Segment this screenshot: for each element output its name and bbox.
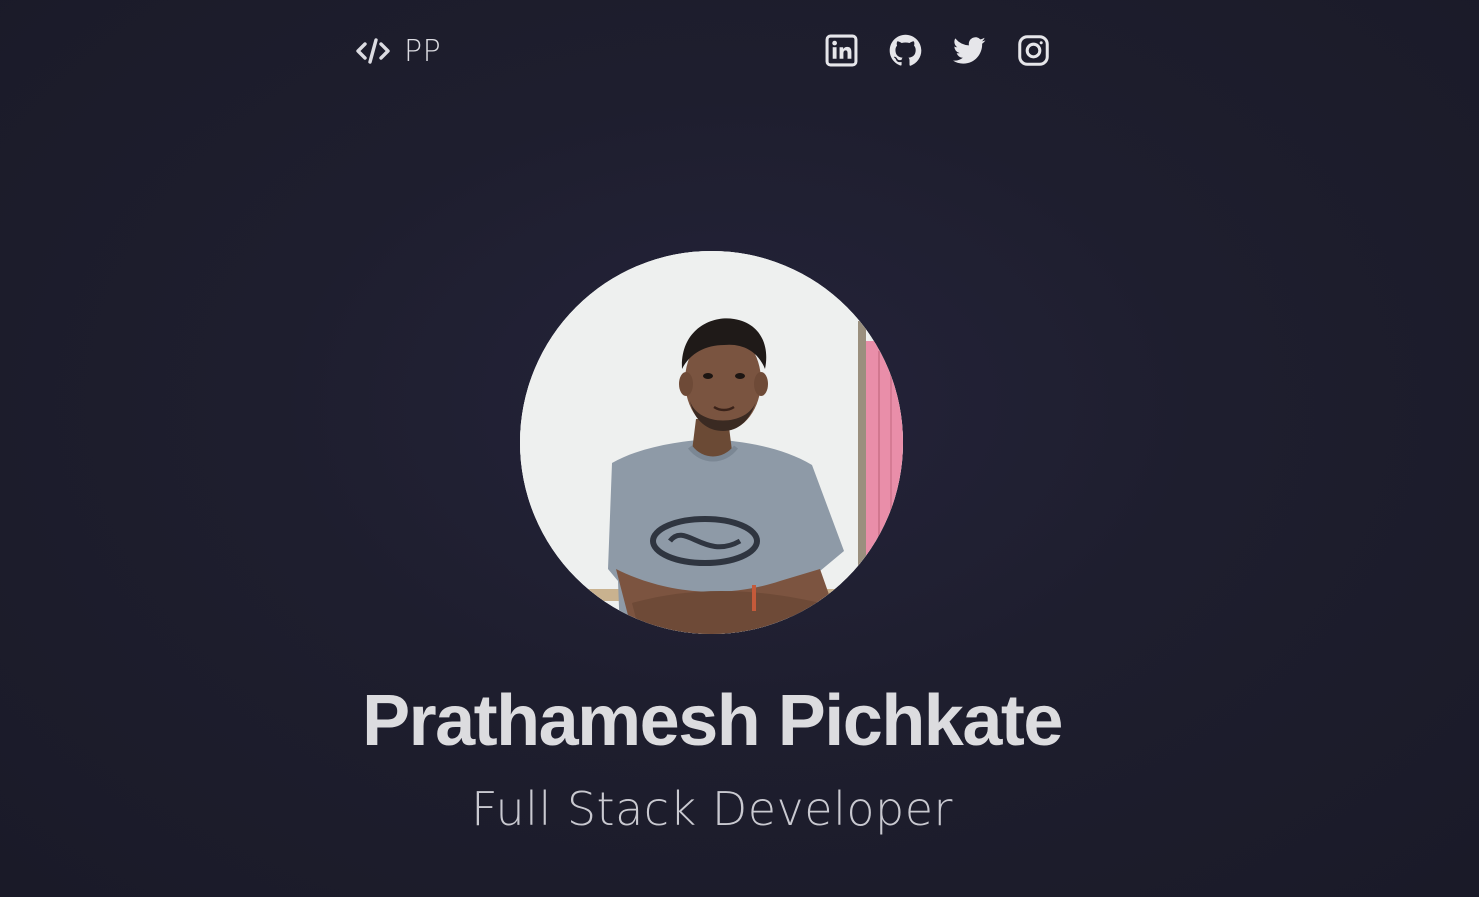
hero-name: Prathamesh Pichkate — [362, 681, 1063, 761]
linkedin-link[interactable] — [825, 34, 858, 67]
twitter-icon — [953, 37, 986, 64]
github-icon — [889, 34, 922, 66]
twitter-link[interactable] — [953, 34, 986, 67]
logo-text: PP — [404, 33, 442, 69]
social-links — [825, 34, 1050, 67]
logo-link[interactable]: PP — [356, 30, 441, 72]
hero-role: Full Stack Developer — [471, 782, 953, 836]
profile-photo-illustration — [520, 251, 903, 634]
instagram-icon — [1018, 35, 1049, 66]
instagram-link[interactable] — [1017, 34, 1050, 67]
linkedin-icon — [825, 34, 858, 67]
profile-photo — [520, 251, 903, 634]
top-navigation: PP — [356, 30, 1050, 72]
code-icon — [356, 38, 390, 64]
github-link[interactable] — [889, 34, 922, 67]
